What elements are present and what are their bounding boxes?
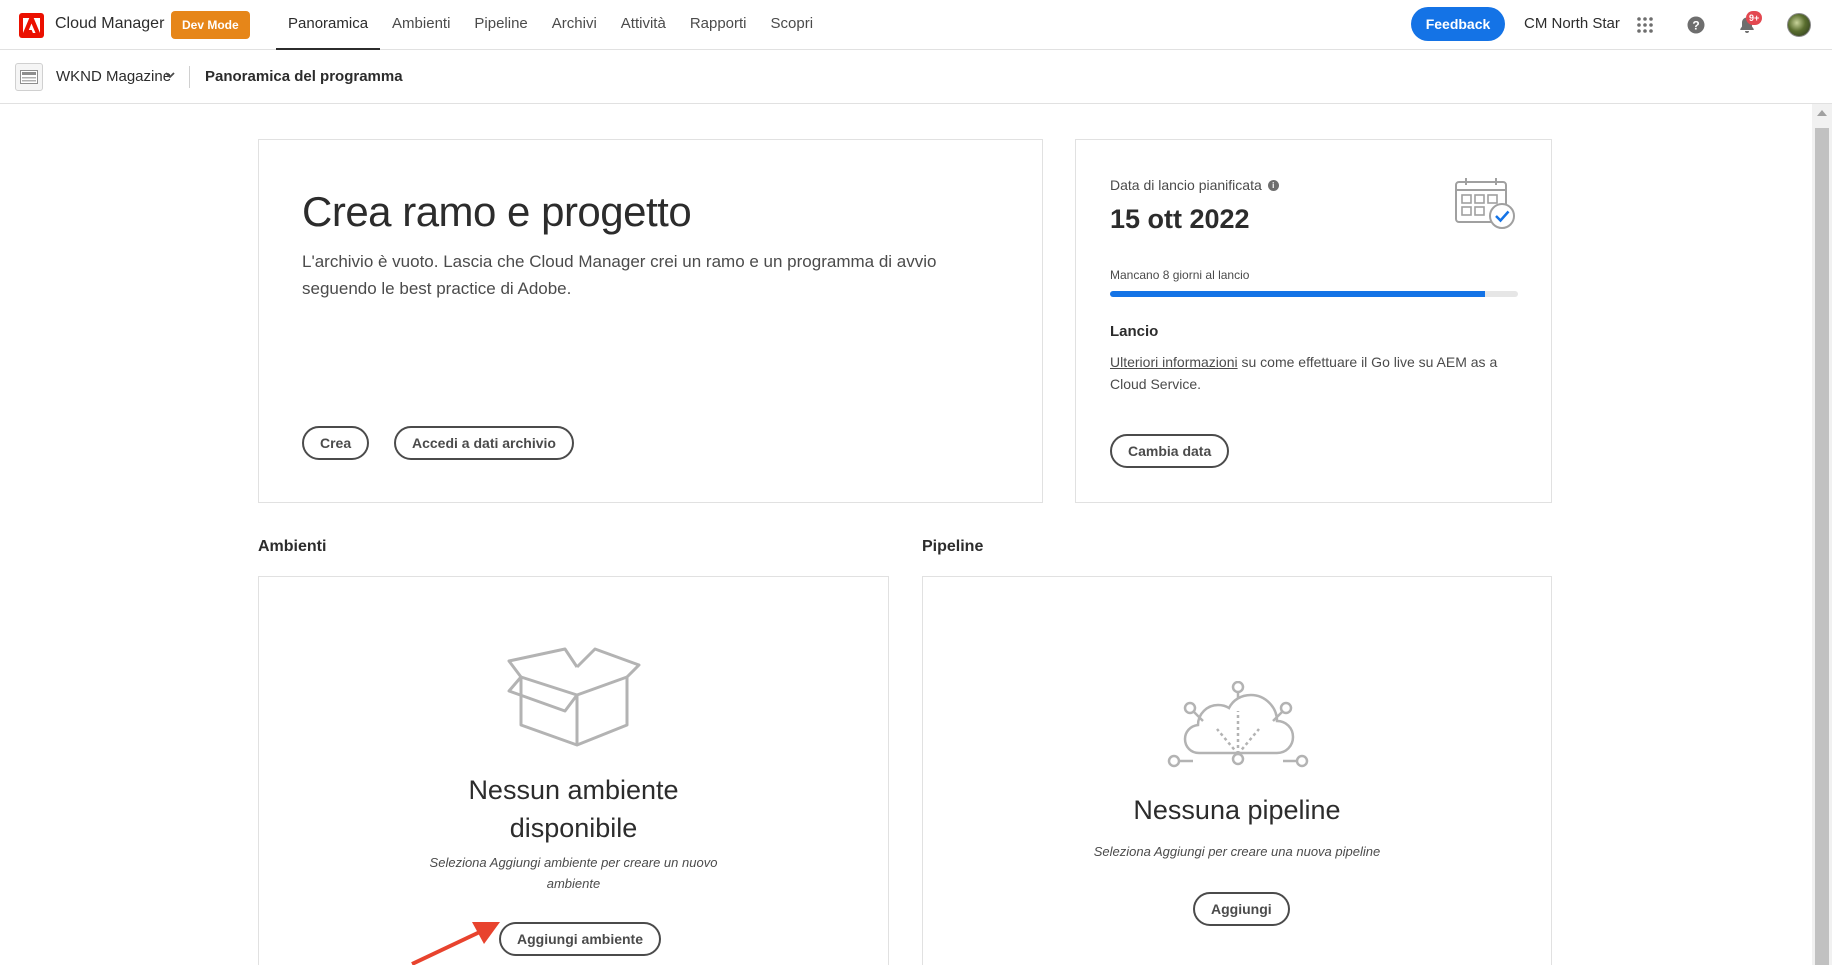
environments-card: Nessun ambiente disponibile Seleziona Ag… (258, 576, 889, 965)
create-button[interactable]: Crea (302, 426, 370, 460)
no-environments-desc-line1: Seleziona Aggiungi ambiente per creare u… (429, 855, 718, 870)
launch-date-label: Data di lancio pianificata i (1110, 177, 1279, 193)
no-environments-title-line1: Nessun ambiente (468, 775, 679, 805)
info-icon[interactable]: i (1267, 179, 1279, 191)
change-date-button[interactable]: Cambia data (1110, 434, 1230, 468)
no-pipelines-title: Nessuna pipeline (1133, 795, 1341, 825)
user-avatar[interactable] (1787, 13, 1811, 37)
add-environment-button[interactable]: Aggiungi ambiente (499, 922, 661, 956)
scroll-up-arrow-icon[interactable] (1817, 110, 1827, 116)
hero-title: Crea ramo e progetto (302, 188, 692, 235)
page-scrollbar[interactable] (1812, 104, 1832, 965)
nav-tab-pipeline[interactable]: Pipeline (462, 0, 539, 50)
nav-tab-attivita[interactable]: Attività (609, 0, 678, 50)
empty-box-icon (507, 647, 641, 747)
no-environments-title-line2: disponibile (509, 813, 638, 843)
chevron-down-icon[interactable] (164, 69, 176, 81)
notification-badge: 9+ (1746, 11, 1763, 25)
nav-tab-rapporti[interactable]: Rapporti (678, 0, 759, 50)
nav-tab-scopri[interactable]: Scopri (759, 0, 826, 50)
add-pipeline-button[interactable]: Aggiungi (1193, 892, 1290, 926)
environments-heading: Ambienti (258, 538, 327, 555)
feedback-button[interactable]: Feedback (1411, 7, 1505, 41)
scroll-thumb[interactable] (1815, 128, 1829, 965)
app-name[interactable]: Cloud Manager (55, 15, 164, 33)
annotation-arrow-icon (411, 922, 500, 965)
svg-text:?: ? (1692, 19, 1699, 33)
calendar-check-icon (1455, 178, 1515, 229)
pipelines-heading: Pipeline (922, 538, 984, 555)
days-left-text: Mancano 8 giorni al lancio (1110, 268, 1250, 282)
launch-label-text: Data di lancio pianificata (1110, 177, 1262, 193)
adobe-logo-icon[interactable] (19, 13, 44, 38)
page-title: Panoramica del programma (205, 68, 403, 85)
apps-grid-icon[interactable] (1633, 13, 1657, 37)
launch-date-card: Data di lancio pianificata i 15 ott 2022… (1075, 139, 1552, 503)
program-selector[interactable]: WKND Magazine (56, 68, 171, 85)
divider (189, 66, 190, 88)
launch-heading: Lancio (1110, 323, 1159, 340)
program-icon[interactable] (15, 63, 43, 91)
program-bar: WKND Magazine Panoramica del programma (0, 50, 1832, 104)
nav-tab-ambienti[interactable]: Ambienti (380, 0, 462, 50)
launch-progress-fill (1110, 291, 1486, 297)
nav-tab-archivi[interactable]: Archivi (540, 0, 609, 50)
help-icon[interactable]: ? (1684, 13, 1708, 37)
pipeline-cloud-icon (1167, 681, 1309, 768)
launch-progress-bar (1110, 291, 1518, 297)
more-info-link[interactable]: Ulteriori informazioni (1110, 354, 1238, 370)
nav-tab-panoramica[interactable]: Panoramica (276, 0, 381, 50)
launch-info-text: Ulteriori informazioni su come effettuar… (1110, 351, 1510, 395)
access-repo-data-button[interactable]: Accedi a dati archivio (394, 426, 574, 460)
main-nav: Panoramica Ambienti Pipeline Archivi Att… (276, 0, 825, 50)
no-pipelines-desc: Seleziona Aggiungi per creare una nuova … (1093, 844, 1381, 859)
top-bar: Cloud Manager Dev Mode Panoramica Ambien… (0, 0, 1832, 50)
org-switcher[interactable]: CM North Star (1524, 15, 1620, 32)
no-environments-desc-line2: ambiente (546, 876, 601, 891)
dev-mode-button[interactable]: Dev Mode (171, 11, 250, 39)
hero-description: L'archivio è vuoto. Lascia che Cloud Man… (302, 252, 937, 298)
create-branch-card: Crea ramo e progetto L'archivio è vuoto.… (258, 139, 1043, 503)
pipelines-card: Nessuna pipeline Seleziona Aggiungi per … (922, 576, 1552, 965)
launch-date: 15 ott 2022 (1110, 204, 1250, 234)
